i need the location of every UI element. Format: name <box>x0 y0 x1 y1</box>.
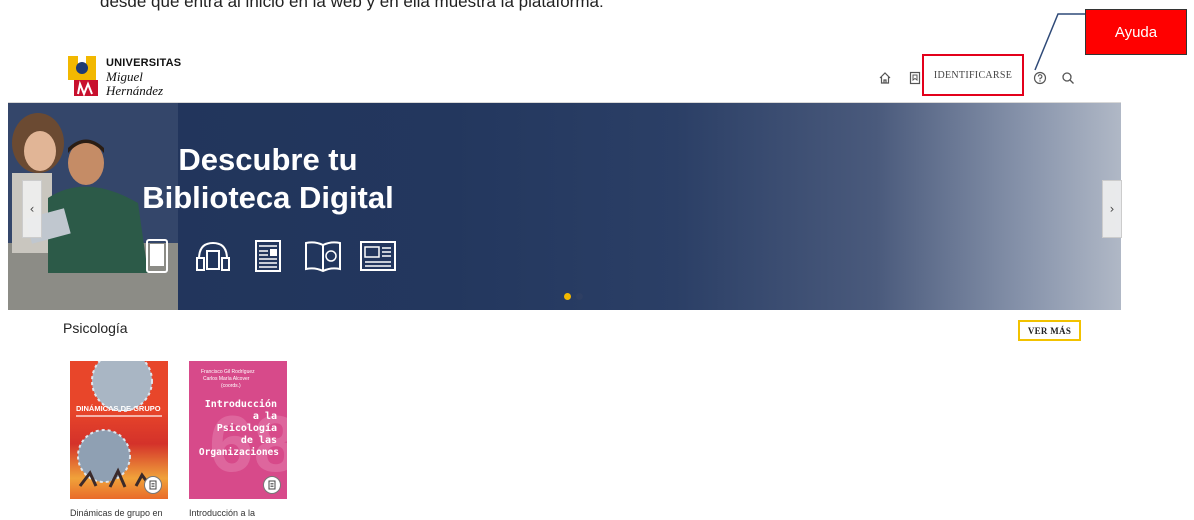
carousel-dot[interactable] <box>564 293 571 300</box>
magazine-icon <box>358 239 398 273</box>
book-cover[interactable]: 68 Francisco Gil Rodríguez Carlos María … <box>189 361 287 499</box>
carousel-dot[interactable] <box>576 293 583 300</box>
book-cover-title: DINÁMICAS DE GRUPO <box>76 404 161 413</box>
book-cover-authors: Francisco Gil Rodríguez <box>201 369 255 375</box>
hero-banner: Descubre tu Biblioteca Digital <box>8 103 1121 310</box>
banner-format-icons <box>138 239 398 275</box>
banner-title-line-2: Biblioteca Digital <box>142 180 394 215</box>
open-book-icon <box>303 239 343 273</box>
logo-mark-icon <box>68 56 98 97</box>
logo-line-3: Hernández <box>106 83 164 98</box>
bookmark-icon[interactable] <box>907 70 923 86</box>
carousel-indicators <box>564 293 583 300</box>
see-more-button[interactable]: VER MÁS <box>1018 320 1081 341</box>
svg-text:Psicología: Psicología <box>217 422 277 434</box>
ebook-reader-icon <box>138 239 178 273</box>
banner-title: Descubre tu Biblioteca Digital <box>138 141 398 217</box>
svg-text:(coords.): (coords.) <box>221 383 241 389</box>
help-icon[interactable] <box>1032 70 1048 86</box>
svg-text:de las: de las <box>241 435 277 446</box>
book-caption[interactable]: Introducción a la <box>189 508 255 518</box>
university-logo[interactable]: UNIVERSITAS Miguel Hernández <box>66 54 196 98</box>
document-text: desde que entra al inicio en la web y en… <box>100 0 604 11</box>
logo-line-1: UNIVERSITAS <box>106 57 182 69</box>
section-title: Psicología <box>63 320 128 336</box>
document-icon <box>263 476 281 494</box>
svg-text:Introducción: Introducción <box>205 398 277 410</box>
banner-title-line-1: Descubre tu <box>178 142 358 177</box>
audiobook-icon <box>193 239 233 273</box>
help-callout-label: Ayuda <box>1085 9 1187 55</box>
svg-text:Organizaciones: Organizaciones <box>199 447 279 458</box>
callout-pointer <box>1034 13 1085 71</box>
carousel-prev-button[interactable]: ‹ <box>22 180 42 238</box>
home-icon[interactable] <box>877 70 893 86</box>
search-icon[interactable] <box>1060 70 1076 86</box>
carousel-next-button[interactable]: › <box>1102 180 1122 238</box>
svg-text:Carlos María Alcover: Carlos María Alcover <box>203 376 250 382</box>
svg-text:a la: a la <box>253 411 277 422</box>
identify-button[interactable]: IDENTIFICARSE <box>922 54 1024 96</box>
document-icon <box>144 476 162 494</box>
newspaper-icon <box>248 239 288 273</box>
book-cover[interactable]: DINÁMICAS DE GRUPO <box>70 361 168 499</box>
book-caption[interactable]: Dinámicas de grupo en <box>70 508 163 518</box>
